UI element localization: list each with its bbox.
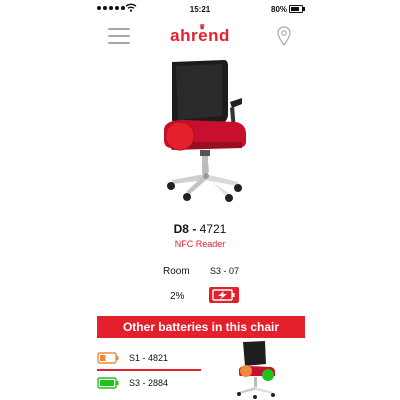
chair-thumbnail	[237, 341, 275, 399]
other-batteries-header: Other batteries in this chair	[97, 316, 305, 338]
battery-percent: 2%	[170, 291, 185, 302]
battery-orange-icon	[97, 352, 119, 364]
room-label: Room	[163, 266, 190, 277]
status-time: 15:21	[189, 5, 211, 14]
battery-label: S1 - 4821	[129, 353, 169, 363]
status-battery-percent: 80%	[271, 5, 288, 14]
charging-badge[interactable]	[209, 287, 239, 303]
device-id: D8 - 4721	[0, 222, 400, 236]
location-pin-icon[interactable]	[277, 26, 291, 46]
room-value: S3 - 07	[210, 266, 240, 276]
device-code: D8 -	[173, 222, 200, 236]
chair-battery-marker	[165, 121, 195, 151]
device-type: NFC Reader	[174, 239, 226, 249]
list-divider	[97, 369, 201, 371]
chair-image	[164, 60, 246, 202]
top-nav: ♛ ahrend	[0, 20, 400, 52]
crown-icon: ♛	[199, 24, 206, 31]
status-bar: 15:21 80%	[0, 0, 400, 18]
device-number: 4721	[199, 222, 227, 236]
thumb-marker-green	[262, 369, 274, 381]
battery-list-item[interactable]: S1 - 4821	[97, 349, 207, 369]
battery-label: S3 - 2884	[129, 378, 169, 388]
ahrend-logo: ♛ ahrend	[0, 24, 400, 46]
charging-icon	[212, 289, 235, 301]
thumb-marker-orange	[240, 365, 252, 377]
battery-list-item[interactable]: S3 - 2884	[97, 374, 207, 394]
battery-green-icon	[97, 377, 119, 389]
status-battery-icon	[289, 5, 305, 13]
